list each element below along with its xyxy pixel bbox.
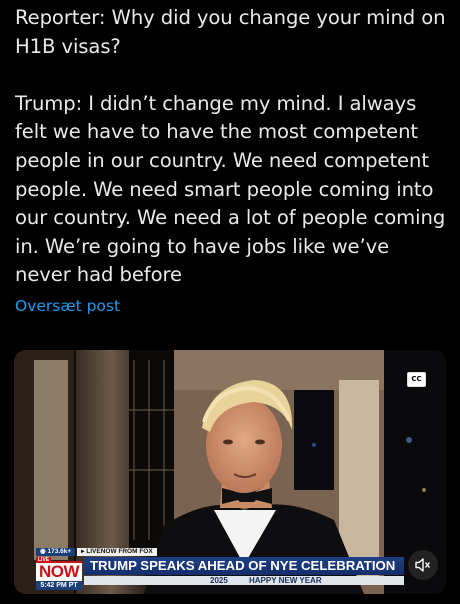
ticker-text: HAPPY NEW YEAR bbox=[249, 576, 322, 585]
broadcast-time: 5:42 PM PT bbox=[36, 581, 82, 590]
views-value: 173.6k+ bbox=[47, 548, 72, 555]
volume-muted-icon[interactable] bbox=[408, 550, 438, 580]
post-paragraph-trump: Trump: I didn’t change my mind. I always… bbox=[15, 91, 446, 287]
chyron-ticker: 2025 HAPPY NEW YEAR bbox=[84, 576, 404, 585]
livenow-now-word: NOW bbox=[36, 561, 82, 581]
livenow-logo: NOW LIVE 5:42 PM PT bbox=[36, 557, 82, 590]
fox-chyron: ◉ 173.6k+ ▸ LIVENOW FROM FOX NOW LIVE 5:… bbox=[14, 548, 446, 594]
chyron-headline: TRUMP SPEAKS AHEAD OF NYE CELEBRATION bbox=[84, 557, 404, 575]
views-count: ◉ 173.6k+ bbox=[36, 548, 76, 556]
livenow-live-word: LIVE bbox=[36, 557, 52, 563]
video-player[interactable]: CC ◉ 173.6k+ ▸ LIVENOW FROM FOX NOW LIVE… bbox=[14, 350, 446, 594]
chyron-stats: ◉ 173.6k+ ▸ LIVENOW FROM FOX bbox=[36, 548, 157, 556]
post-paragraph-reporter: Reporter: Why did you change your mind o… bbox=[15, 6, 446, 58]
closed-captions-icon[interactable]: CC bbox=[407, 372, 426, 387]
post-text: Reporter: Why did you change your mind o… bbox=[15, 4, 447, 290]
translate-post-link[interactable]: Oversæt post bbox=[15, 297, 120, 315]
ticker-year: 2025 bbox=[210, 576, 228, 585]
live-from-label: ▸ LIVENOW FROM FOX bbox=[77, 548, 157, 556]
live-from-text: LIVENOW FROM FOX bbox=[86, 548, 153, 555]
